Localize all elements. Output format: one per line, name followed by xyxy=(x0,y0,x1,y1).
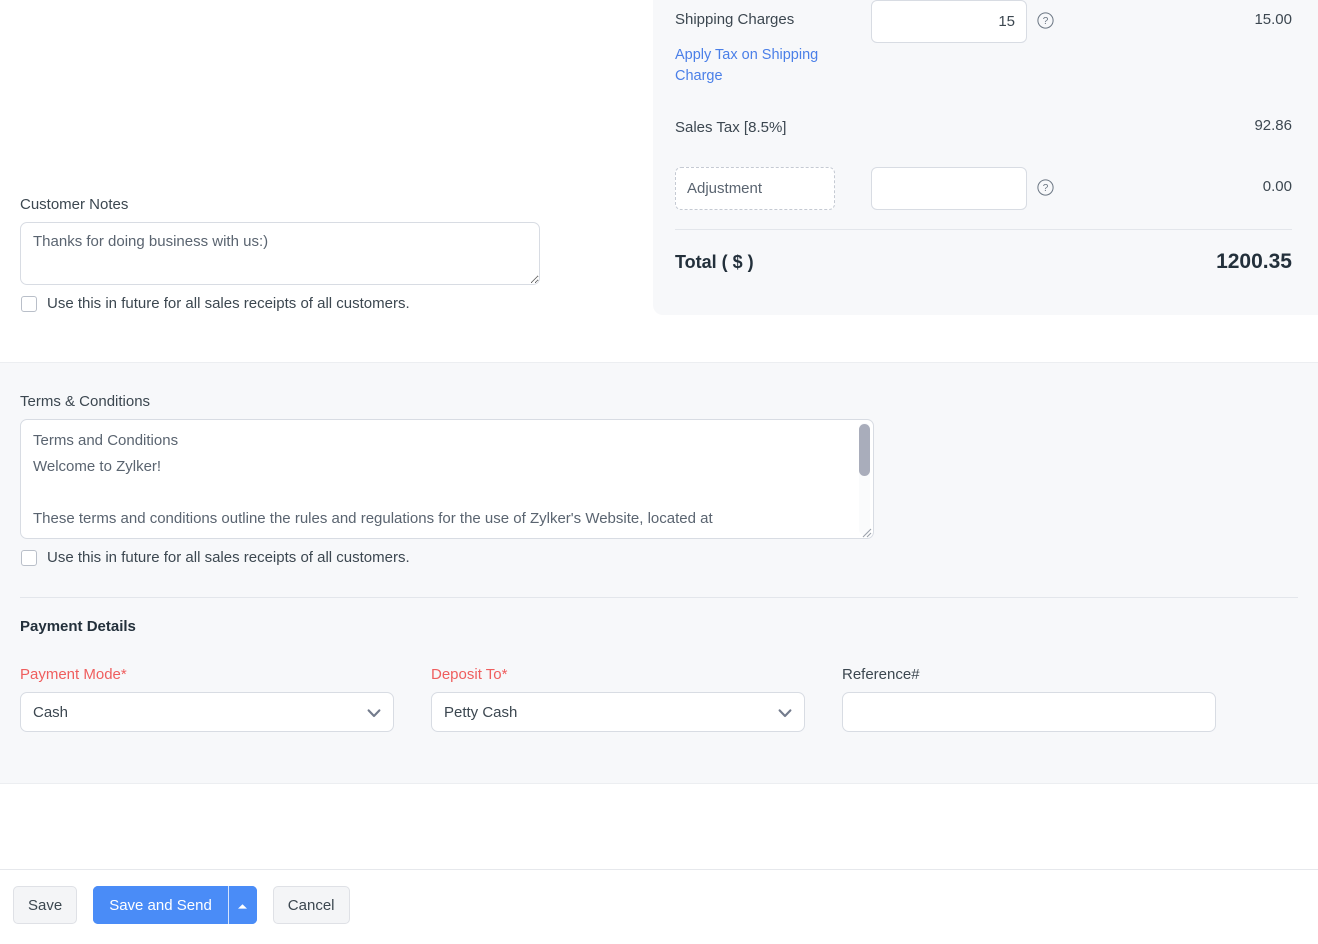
svg-text:?: ? xyxy=(1043,16,1049,27)
customer-notes-checkbox-label: Use this in future for all sales receipt… xyxy=(47,295,410,312)
save-button[interactable]: Save xyxy=(13,886,77,924)
bottom-spacer xyxy=(0,784,1318,869)
adjustment-value-input[interactable] xyxy=(871,167,1027,210)
reference-label: Reference# xyxy=(842,666,1217,683)
terms-checkbox-label: Use this in future for all sales receipt… xyxy=(47,549,410,566)
shipping-charges-label: Shipping Charges xyxy=(675,0,871,31)
adjustment-label-input[interactable] xyxy=(675,167,835,210)
payment-mode-field: Payment Mode* Cash xyxy=(20,666,431,732)
shipping-charges-amount: 15.00 xyxy=(1254,0,1292,28)
customer-notes-default-checkbox[interactable] xyxy=(21,296,37,312)
apply-tax-on-shipping-link[interactable]: Apply Tax on Shipping Charge xyxy=(675,45,853,87)
adjustment-amount: 0.00 xyxy=(1263,167,1292,195)
save-and-send-dropdown-toggle[interactable] xyxy=(229,886,257,924)
sales-tax-label: Sales Tax [8.5%] xyxy=(675,117,871,139)
customer-notes-checkbox-row: Use this in future for all sales receipt… xyxy=(20,295,540,312)
sales-tax-row: Sales Tax [8.5%] 92.86 xyxy=(675,117,1292,139)
shipping-charges-input[interactable] xyxy=(871,0,1027,43)
deposit-to-label: Deposit To* xyxy=(431,666,842,683)
adjustment-value-wrap xyxy=(871,167,1027,210)
order-summary-panel: Shipping Charges ? 15.00 Apply Tax on Sh… xyxy=(653,0,1318,315)
terms-textarea[interactable]: Terms and Conditions Welcome to Zylker! … xyxy=(20,419,874,539)
shipping-charges-input-wrap xyxy=(871,0,1027,43)
customer-notes-textarea[interactable]: Thanks for doing business with us:) xyxy=(20,222,540,285)
terms-label: Terms & Conditions xyxy=(20,393,1298,410)
save-and-send-button[interactable]: Save and Send xyxy=(93,886,228,924)
payment-fields-row: Payment Mode* Cash Deposit To* Petty Cas… xyxy=(20,666,1298,732)
top-section: Shipping Charges ? 15.00 Apply Tax on Sh… xyxy=(0,0,1318,362)
terms-checkbox-row: Use this in future for all sales receipt… xyxy=(20,549,1298,566)
terms-textarea-wrap: Terms and Conditions Welcome to Zylker! … xyxy=(20,419,874,539)
deposit-to-field: Deposit To* Petty Cash xyxy=(431,666,842,732)
reference-field: Reference# xyxy=(842,666,1217,732)
payment-details-title: Payment Details xyxy=(20,618,1298,635)
sales-tax-amount: 92.86 xyxy=(1254,117,1292,134)
terms-and-payment-section: Terms & Conditions Terms and Conditions … xyxy=(0,362,1318,784)
customer-notes-block: Customer Notes Thanks for doing business… xyxy=(20,196,540,312)
terms-scrollbar-thumb[interactable] xyxy=(859,424,870,476)
payment-section-divider xyxy=(20,597,1298,598)
total-value: 1200.35 xyxy=(1216,250,1292,274)
payment-mode-label: Payment Mode* xyxy=(20,666,431,683)
shipping-charges-row: Shipping Charges ? 15.00 xyxy=(675,0,1292,43)
payment-mode-select[interactable]: Cash xyxy=(20,692,394,732)
reference-input[interactable] xyxy=(842,692,1216,732)
save-and-send-split-button: Save and Send xyxy=(93,886,257,924)
total-row: Total ( $ ) 1200.35 xyxy=(675,230,1292,274)
deposit-to-select-wrap: Petty Cash xyxy=(431,692,805,732)
caret-up-icon xyxy=(237,898,248,913)
payment-mode-select-wrap: Cash xyxy=(20,692,394,732)
total-label: Total ( $ ) xyxy=(675,252,754,273)
form-action-bar: Save Save and Send Cancel xyxy=(0,869,1318,941)
deposit-to-select[interactable]: Petty Cash xyxy=(431,692,805,732)
terms-default-checkbox[interactable] xyxy=(21,550,37,566)
adjustment-row: ? 0.00 xyxy=(675,167,1292,210)
adjustment-label-wrap xyxy=(675,167,835,210)
svg-text:?: ? xyxy=(1043,183,1049,194)
cancel-button[interactable]: Cancel xyxy=(273,886,350,924)
terms-resize-handle[interactable] xyxy=(858,524,872,538)
customer-notes-label: Customer Notes xyxy=(20,196,540,213)
help-circle-icon: ? xyxy=(1037,179,1054,196)
help-circle-icon: ? xyxy=(1037,12,1054,29)
